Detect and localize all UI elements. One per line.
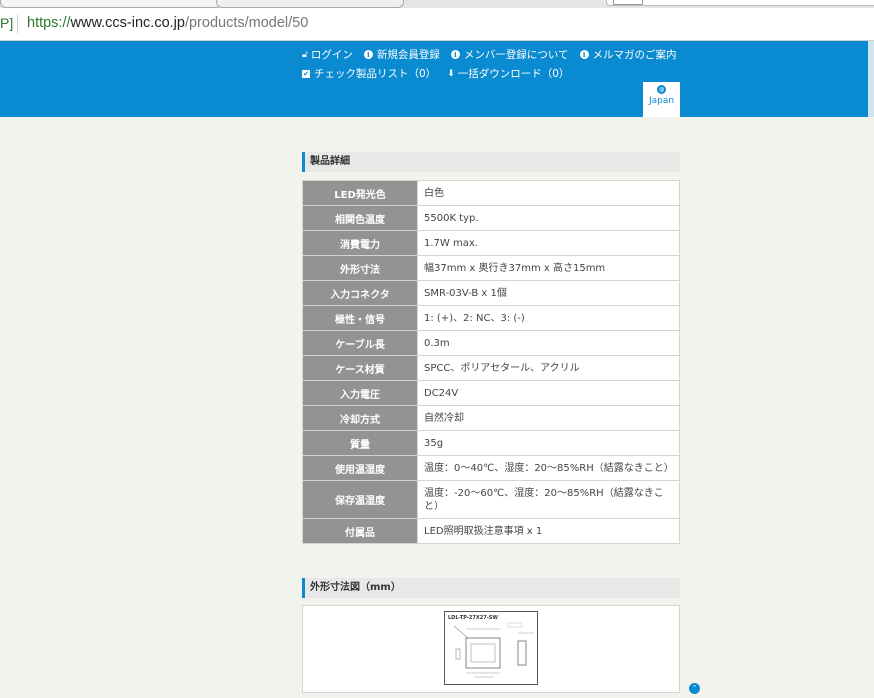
spec-row: 保存温湿度 温度：-20～60℃、湿度：20～85%RH（結露なきこと）	[302, 480, 680, 519]
login-link[interactable]: 🔓︎ ログイン	[302, 47, 353, 62]
login-link-label: ログイン	[310, 49, 353, 61]
spec-label: 外形寸法	[302, 255, 418, 281]
browser-tab[interactable]	[216, 0, 404, 8]
address-bar-separator	[17, 15, 18, 33]
spec-label: ケーブル長	[302, 330, 418, 356]
spec-row: ケース材質 SPCC、ポリアセタール、アクリル	[302, 355, 680, 381]
spec-label: 冷却方式	[302, 405, 418, 431]
browser-tab[interactable]	[0, 0, 222, 8]
checked-products-link-label: チェック製品リスト（0）	[314, 68, 437, 80]
member-info-link-label: メンバー登録について	[463, 49, 569, 61]
spec-value: 白色	[417, 180, 680, 206]
spec-value: 1.7W max.	[417, 230, 680, 256]
spec-row: 外形寸法 幅37mm x 奥行き37mm x 高さ15mm	[302, 255, 680, 281]
header-links-row-1: 🔓︎ ログイン i 新規会員登録 i メンバー登録について i メルマガのご案内	[302, 45, 688, 64]
spec-row: 極性・信号 1: (+)、2: NC、3: (-)	[302, 305, 680, 331]
globe-icon: ◍	[657, 85, 666, 94]
spec-value: LED照明取扱注意事項 x 1	[417, 518, 680, 544]
spec-row: 質量 35g	[302, 430, 680, 456]
browser-tabstrip	[0, 0, 874, 8]
info-icon: i	[363, 50, 373, 59]
header-links: 🔓︎ ログイン i 新規会員登録 i メンバー登録について i メルマガのご案内 ✔ チェ…	[302, 45, 688, 83]
spec-row: 冷却方式 自然冷却	[302, 405, 680, 431]
window-icon	[613, 0, 643, 5]
spec-label: 入力コネクタ	[302, 280, 418, 306]
language-label: Japan	[648, 96, 675, 106]
dimension-drawing-heading: 外形寸法図（mm）	[302, 578, 680, 598]
language-selector[interactable]: ◍ Japan	[643, 82, 680, 117]
spec-row: LED発光色 白色	[302, 180, 680, 206]
spec-label: 付属品	[302, 518, 418, 544]
header-edge	[868, 41, 874, 117]
spec-value: SPCC、ポリアセタール、アクリル	[417, 355, 680, 381]
spec-label: 質量	[302, 430, 418, 456]
newsletter-link-label: メルマガのご案内	[592, 49, 677, 61]
spec-label: 相関色温度	[302, 205, 418, 231]
checked-products-link[interactable]: ✔ チェック製品リスト（0）	[302, 66, 436, 81]
url-scheme: https://	[27, 15, 71, 31]
spec-row: 相関色温度 5500K typ.	[302, 205, 680, 231]
newsletter-link[interactable]: i メルマガのご案内	[579, 47, 677, 62]
spec-value: 温度：0～40℃、湿度：20～85%RH（結露なきこと）	[417, 455, 680, 481]
spec-label: 極性・信号	[302, 305, 418, 331]
spec-label: ケース材質	[302, 355, 418, 381]
address-bar[interactable]: P] https://www.ccs-inc.co.jp/products/mo…	[0, 8, 874, 41]
spec-label: 消費電力	[302, 230, 418, 256]
spec-label: 保存温湿度	[302, 480, 418, 519]
dimension-drawing-image[interactable]: LDL-TP-27X27-SW	[444, 611, 538, 685]
spec-value: SMR-03V-B x 1個	[417, 280, 680, 306]
lock-icon: 🔓︎	[302, 49, 308, 60]
browser-window-controls	[606, 0, 874, 6]
spec-row: 入力電圧 DC24V	[302, 380, 680, 406]
download-icon: ⬇	[447, 68, 455, 79]
bulk-download-link[interactable]: ⬇ 一括ダウンロード（0）	[447, 66, 569, 81]
product-details-heading: 製品詳細	[302, 152, 680, 172]
checkbox-icon: ✔	[302, 69, 310, 78]
spec-row: 使用温湿度 温度：0～40℃、湿度：20～85%RH（結露なきこと）	[302, 455, 680, 481]
drawing-model-label: LDL-TP-27X27-SW	[448, 615, 498, 621]
address-bar-prefix: P]	[0, 15, 14, 31]
spec-value: 自然冷却	[417, 405, 680, 431]
spec-value: 温度：-20～60℃、湿度：20～85%RH（結露なきこと）	[417, 480, 680, 519]
spec-row: 付属品 LED照明取扱注意事項 x 1	[302, 518, 680, 544]
site-header: 🔓︎ ログイン i 新規会員登録 i メンバー登録について i メルマガのご案内 ✔ チェ…	[0, 41, 874, 158]
spec-label: 入力電圧	[302, 380, 418, 406]
spec-value: 0.3m	[417, 330, 680, 356]
header-links-row-2: ✔ チェック製品リスト（0） ⬇ 一括ダウンロード（0）	[302, 64, 688, 83]
spec-value: 1: (+)、2: NC、3: (-)	[417, 305, 680, 331]
scroll-to-top-button[interactable]: ⌃	[689, 683, 700, 694]
info-icon: i	[579, 50, 589, 59]
url-text[interactable]: https://www.ccs-inc.co.jp/products/model…	[27, 15, 308, 31]
info-icon: i	[450, 50, 460, 59]
spec-value: 5500K typ.	[417, 205, 680, 231]
register-link-label: 新規会員登録	[376, 49, 440, 61]
spec-label: 使用温湿度	[302, 455, 418, 481]
member-info-link[interactable]: i メンバー登録について	[450, 47, 569, 62]
url-path: /products/model/50	[184, 15, 309, 31]
bulk-download-link-label: 一括ダウンロード（0）	[457, 68, 570, 80]
product-spec-table: LED発光色 白色 相関色温度 5500K typ. 消費電力 1.7W max. 外形寸法…	[302, 180, 680, 544]
spec-row: 消費電力 1.7W max.	[302, 230, 680, 256]
spec-row: ケーブル長 0.3m	[302, 330, 680, 356]
spec-value: DC24V	[417, 380, 680, 406]
url-host: www.ccs-inc.co.jp	[70, 15, 185, 31]
spec-label: LED発光色	[302, 180, 418, 206]
spec-value: 幅37mm x 奥行き37mm x 高さ15mm	[417, 255, 680, 281]
dimension-drawing-box: LDL-TP-27X27-SW	[302, 605, 680, 693]
spec-value: 35g	[417, 430, 680, 456]
spec-row: 入力コネクタ SMR-03V-B x 1個	[302, 280, 680, 306]
register-link[interactable]: i 新規会員登録	[363, 47, 440, 62]
